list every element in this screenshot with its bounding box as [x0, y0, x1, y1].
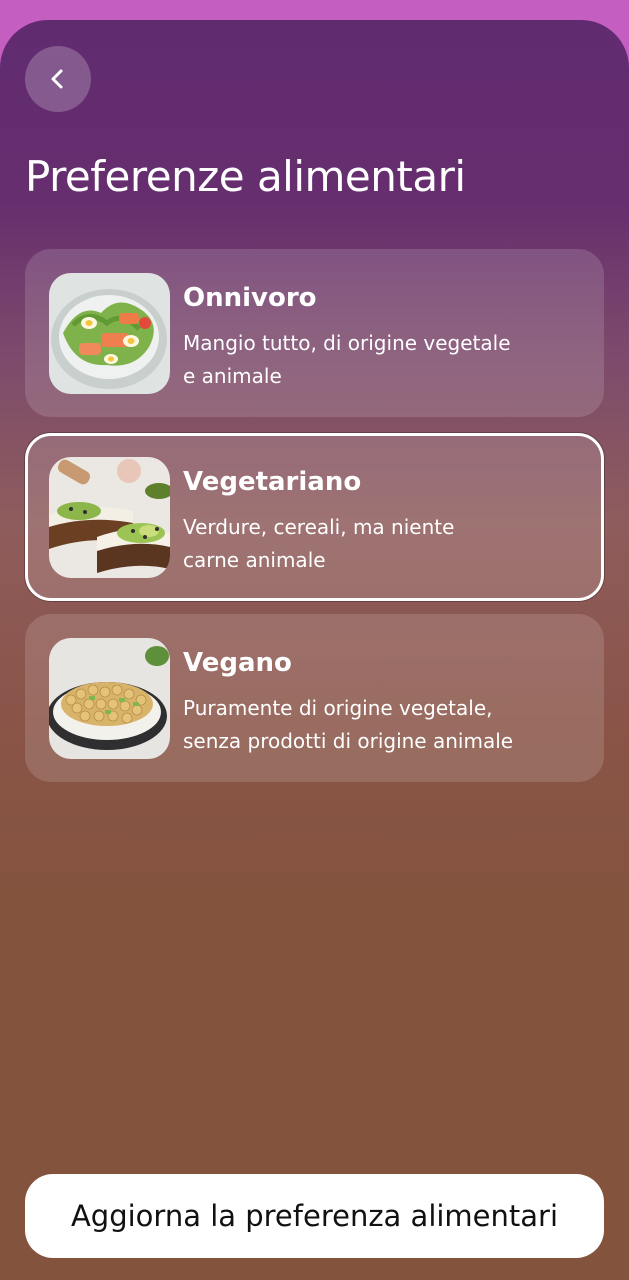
update-preference-button[interactable]: Aggiorna la preferenza alimentari: [25, 1174, 604, 1258]
salad-image: [49, 273, 170, 394]
option-description: Verdure, cereali, ma niente carne animal…: [183, 515, 455, 572]
diet-option-vegetariano[interactable]: Vegetariano Verdure, cereali, ma niente …: [25, 433, 604, 601]
page-title: Preferenze alimentari: [25, 152, 466, 201]
update-preference-label: Aggiorna la preferenza alimentari: [70, 1199, 559, 1233]
diet-option-vegano[interactable]: Vegano Puramente di origine vegetale, se…: [25, 614, 604, 782]
back-button[interactable]: [25, 46, 91, 112]
diet-option-onnivoro[interactable]: Onnivoro Mangio tutto, di origine vegeta…: [25, 249, 604, 417]
option-label: Onnivoro: [183, 283, 317, 313]
option-description: Mangio tutto, di origine vegetale e anim…: [183, 331, 511, 388]
option-label: Vegetariano: [183, 467, 362, 497]
option-label: Vegano: [183, 648, 292, 678]
chevron-left-icon: [51, 69, 63, 89]
avocado-toast-image: [49, 457, 170, 578]
option-description: Puramente di origine vegetale, senza pro…: [183, 696, 514, 753]
chickpea-salad-image: [49, 638, 170, 759]
preferences-sheet: Preferenze alimentari Onnivoro Mangio tu…: [0, 20, 629, 1280]
